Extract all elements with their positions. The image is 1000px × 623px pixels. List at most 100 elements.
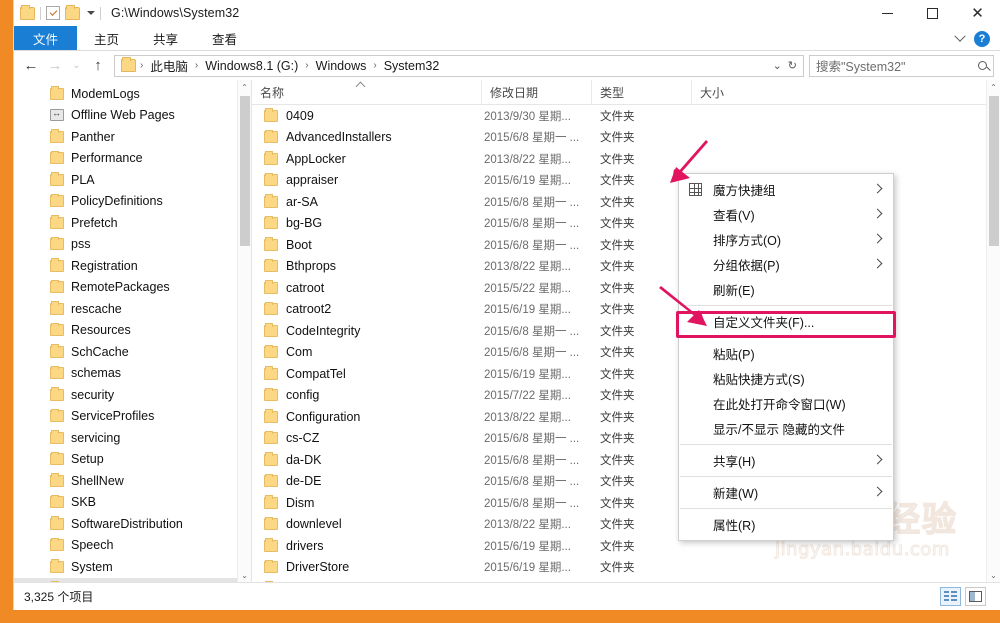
file-list-scrollbar[interactable]: ⌃ ⌄ bbox=[986, 80, 1000, 582]
scroll-up-icon[interactable]: ⌃ bbox=[987, 80, 1000, 94]
sidebar-item-shellnew[interactable]: ShellNew bbox=[14, 470, 251, 492]
breadcrumb[interactable]: › 此电脑 › Windows8.1 (G:) › Windows › Syst… bbox=[114, 54, 804, 77]
scrollbar-thumb[interactable] bbox=[240, 96, 250, 246]
folder-icon bbox=[50, 301, 64, 315]
menu-item-3[interactable]: 分组依据(P) bbox=[679, 252, 893, 277]
sidebar-item-performance[interactable]: Performance bbox=[14, 148, 251, 170]
sidebar-item-label: Setup bbox=[71, 452, 104, 467]
sidebar-item-panther[interactable]: Panther bbox=[14, 126, 251, 148]
breadcrumb-item-this-pc[interactable]: 此电脑 bbox=[147, 56, 191, 75]
sidebar-item-label: System bbox=[71, 559, 113, 574]
folder-tree: ModemLogs Offline Web Pages Panther Perform… bbox=[14, 80, 251, 582]
file-type-cell: 文件夹 bbox=[600, 239, 635, 252]
column-headers: 名称 修改日期 类型 大小 bbox=[252, 80, 1000, 105]
menu-separator bbox=[680, 337, 892, 338]
file-name-label: AdvancedInstallers bbox=[286, 130, 392, 145]
breadcrumb-item-system32[interactable]: System32 bbox=[381, 59, 443, 73]
help-icon[interactable]: ? bbox=[974, 30, 990, 47]
file-name-cell: drivers bbox=[252, 538, 482, 553]
sidebar-item-registration[interactable]: Registration bbox=[14, 255, 251, 277]
navigation-scrollbar[interactable]: ⌃ ⌄ bbox=[237, 80, 251, 582]
recent-locations-chevron-down-icon[interactable]: ⌄ bbox=[68, 55, 85, 77]
menu-item-6[interactable]: 粘贴(P) bbox=[679, 341, 893, 366]
sidebar-item-servicing[interactable]: servicing bbox=[14, 427, 251, 449]
file-name-label: Boot bbox=[286, 237, 312, 252]
column-header-name[interactable]: 名称 bbox=[252, 80, 482, 105]
column-header-size[interactable]: 大小 bbox=[692, 80, 767, 105]
folder-icon bbox=[264, 280, 278, 294]
sidebar-item-system[interactable]: System bbox=[14, 556, 251, 578]
sidebar-item-resources[interactable]: Resources bbox=[14, 320, 251, 342]
minimize-button[interactable] bbox=[865, 0, 910, 26]
back-button[interactable]: ← bbox=[20, 55, 42, 77]
close-button[interactable]: ✕ bbox=[955, 0, 1000, 26]
file-type-cell: 文件夹 bbox=[600, 476, 635, 489]
folder-icon bbox=[50, 559, 64, 573]
file-type-cell: 文件夹 bbox=[600, 433, 635, 446]
table-row[interactable]: 0409 2013/9/30 星期... 文件夹 bbox=[252, 105, 1000, 127]
file-name-label: bg-BG bbox=[286, 216, 323, 231]
sidebar-item-softwaredistribution[interactable]: SoftwareDistribution bbox=[14, 513, 251, 535]
sidebar-item-skb[interactable]: SKB bbox=[14, 492, 251, 514]
file-name-label: CodeIntegrity bbox=[286, 323, 361, 338]
sidebar-item-policydefinitions[interactable]: PolicyDefinitions bbox=[14, 191, 251, 213]
breadcrumb-separator: › bbox=[305, 60, 309, 71]
sidebar-item-security[interactable]: security bbox=[14, 384, 251, 406]
table-row[interactable]: AppLocker 2013/8/22 星期... 文件夹 bbox=[252, 148, 1000, 170]
sidebar-item-pla[interactable]: PLA bbox=[14, 169, 251, 191]
scrollbar-thumb[interactable] bbox=[989, 96, 999, 246]
file-type-cell: 文件夹 bbox=[600, 411, 635, 424]
maximize-button[interactable] bbox=[910, 0, 955, 26]
sidebar-item-rescache[interactable]: rescache bbox=[14, 298, 251, 320]
breadcrumb-item-windows[interactable]: Windows bbox=[313, 59, 370, 73]
column-header-date[interactable]: 修改日期 bbox=[482, 80, 592, 105]
sidebar-item-offline-web-pages[interactable]: Offline Web Pages bbox=[14, 105, 251, 127]
sidebar-item-speech[interactable]: Speech bbox=[14, 535, 251, 557]
table-row[interactable]: DriverStore 2015/6/19 星期... 文件夹 bbox=[252, 557, 1000, 579]
menu-item-9[interactable]: 显示/不显示 隐藏的文件 bbox=[679, 416, 893, 441]
up-button[interactable]: ↑ bbox=[87, 55, 109, 77]
menu-item-10[interactable]: 共享(H) bbox=[679, 448, 893, 473]
sidebar-item-label: security bbox=[71, 387, 115, 402]
sidebar-item-serviceprofiles[interactable]: ServiceProfiles bbox=[14, 406, 251, 428]
sidebar-item-setup[interactable]: Setup bbox=[14, 449, 251, 471]
search-input[interactable]: 搜索"System32" bbox=[809, 54, 994, 77]
column-header-type[interactable]: 类型 bbox=[592, 80, 692, 105]
tab-file[interactable]: 文件 bbox=[14, 26, 78, 50]
breadcrumb-item-drive[interactable]: Windows8.1 (G:) bbox=[202, 59, 301, 73]
address-chevron-down-icon[interactable]: ⌄ bbox=[773, 59, 782, 72]
menu-item-12[interactable]: 属性(R) bbox=[679, 512, 893, 537]
new-folder-icon[interactable] bbox=[65, 4, 80, 20]
chevron-down-icon[interactable] bbox=[87, 11, 95, 15]
expand-ribbon-chevron-down-icon[interactable] bbox=[954, 30, 966, 42]
menu-item-2[interactable]: 排序方式(O) bbox=[679, 227, 893, 252]
sidebar-item-remotepackages[interactable]: RemotePackages bbox=[14, 277, 251, 299]
menu-item-7[interactable]: 粘贴快捷方式(S) bbox=[679, 366, 893, 391]
file-name-label: da-DK bbox=[286, 452, 322, 467]
properties-checkbox-icon[interactable] bbox=[46, 6, 60, 20]
sidebar-item-schcache[interactable]: SchCache bbox=[14, 341, 251, 363]
tab-share[interactable]: 共享 bbox=[136, 26, 195, 50]
folder-icon bbox=[50, 387, 64, 401]
breadcrumb-separator: › bbox=[373, 60, 377, 71]
scroll-up-icon[interactable]: ⌃ bbox=[238, 80, 251, 94]
refresh-icon[interactable]: ↻ bbox=[788, 59, 797, 72]
sidebar-item-modemlogs[interactable]: ModemLogs bbox=[14, 83, 251, 105]
menu-item-label: 自定义文件夹(F)... bbox=[713, 316, 815, 330]
sidebar-item-schemas[interactable]: schemas bbox=[14, 363, 251, 385]
tab-view[interactable]: 查看 bbox=[195, 26, 254, 50]
close-icon: ✕ bbox=[971, 4, 984, 22]
menu-item-1[interactable]: 查看(V) bbox=[679, 202, 893, 227]
file-name-cell: appraiser bbox=[252, 172, 482, 187]
folder-icon bbox=[264, 473, 278, 488]
sidebar-item-pss[interactable]: pss bbox=[14, 234, 251, 256]
menu-item-11[interactable]: 新建(W) bbox=[679, 480, 893, 505]
details-view-button[interactable] bbox=[940, 587, 961, 606]
table-row[interactable]: AdvancedInstallers 2015/6/8 星期一 ... 文件夹 bbox=[252, 127, 1000, 149]
sidebar-item-prefetch[interactable]: Prefetch bbox=[14, 212, 251, 234]
scroll-down-icon[interactable]: ⌄ bbox=[238, 568, 251, 582]
tab-home[interactable]: 主页 bbox=[77, 26, 136, 50]
tiles-view-button[interactable] bbox=[965, 587, 986, 606]
scroll-down-icon[interactable]: ⌄ bbox=[987, 568, 1000, 582]
menu-item-8[interactable]: 在此处打开命令窗口(W) bbox=[679, 391, 893, 416]
